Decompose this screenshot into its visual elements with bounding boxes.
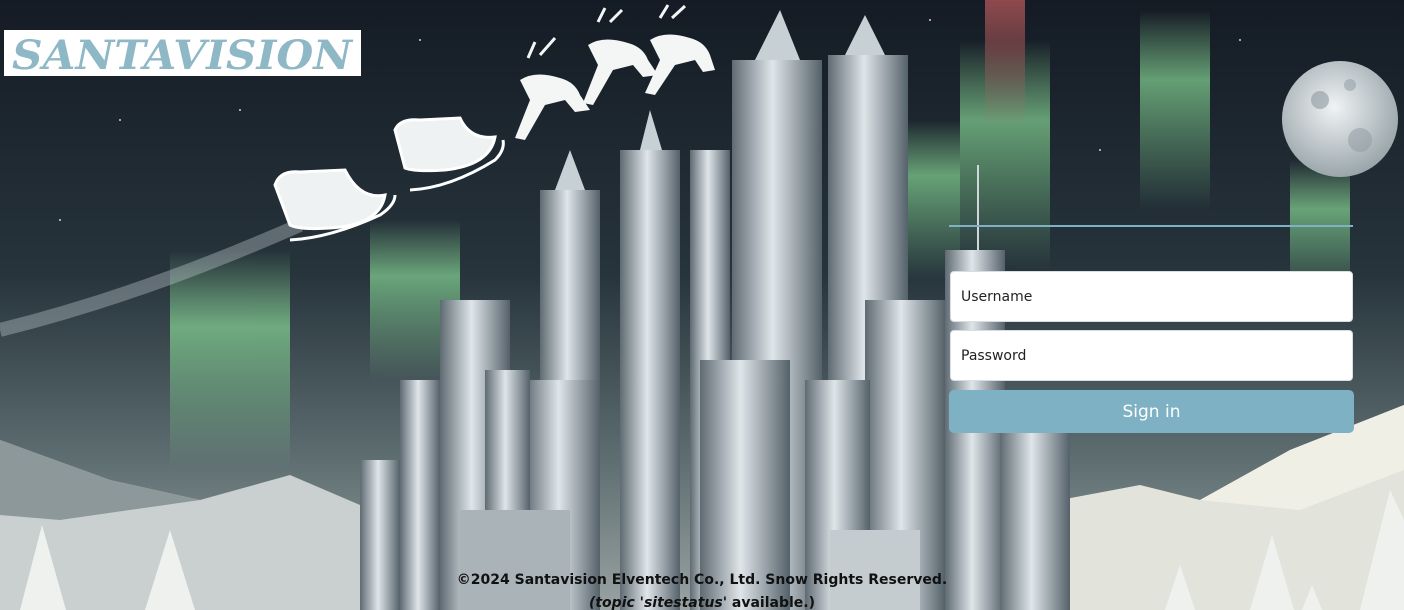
site-status-suffix: available.)	[727, 595, 816, 610]
copyright-text: ©2024 Santavision Elventech Co., Ltd. Sn…	[456, 572, 948, 588]
site-status-topic: (topic 'sitestatus'	[588, 595, 728, 610]
footer: ©2024 Santavision Elventech Co., Ltd. Sn…	[0, 569, 1404, 610]
password-input[interactable]	[950, 330, 1353, 381]
moon-icon	[1282, 61, 1398, 177]
login-page: SANTAVISION Sign in ©2024 Santavision El…	[0, 0, 1404, 610]
site-status-text: (topic 'sitestatus' available.)	[0, 592, 1404, 610]
logo-text: SANTAVISION	[12, 32, 354, 76]
sign-in-button[interactable]: Sign in	[949, 390, 1354, 433]
brand-logo[interactable]: SANTAVISION	[4, 30, 361, 76]
username-input[interactable]	[950, 271, 1353, 322]
form-divider	[949, 225, 1353, 227]
logo-wordmark: SANTAVISION	[12, 32, 354, 76]
